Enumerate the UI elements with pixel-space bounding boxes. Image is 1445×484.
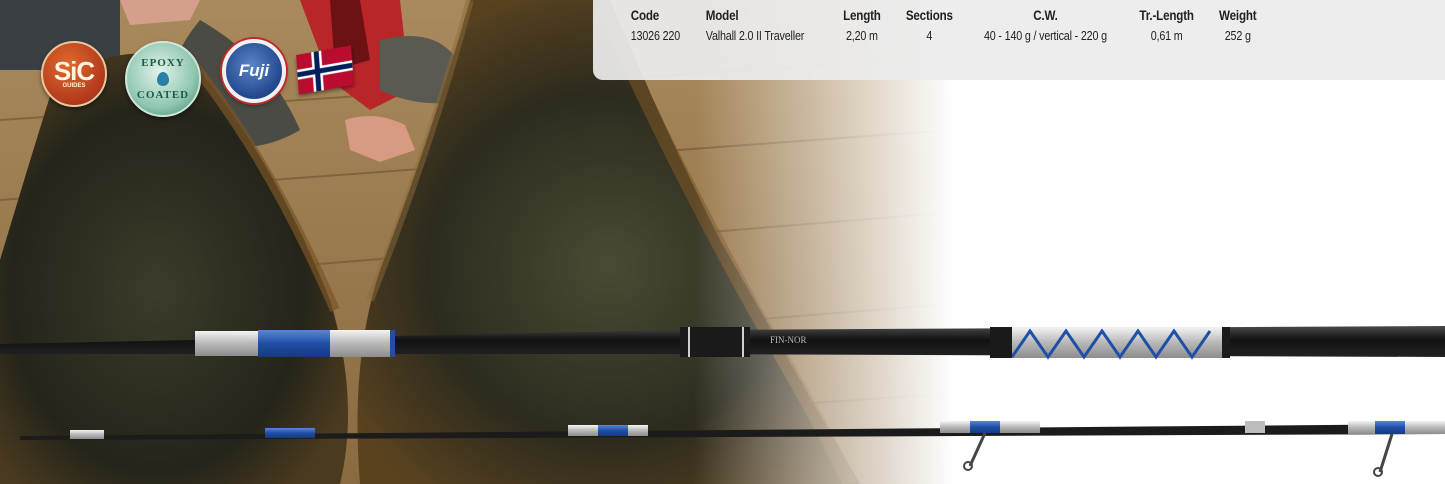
rod-brand-text: FIN-NOR xyxy=(770,335,807,345)
epoxy-badge-top-text: EPOXY xyxy=(141,57,185,69)
header-model: Model xyxy=(706,8,739,23)
sic-badge-text: SiC xyxy=(53,55,95,86)
header-tr-length: Tr.-Length xyxy=(1139,8,1195,23)
epoxy-badge-bottom-text: COATED xyxy=(136,89,190,101)
cell-weight: 252 g xyxy=(1225,29,1252,43)
sic-guides-badge-icon: SiC GUIDES xyxy=(41,41,107,107)
cell-tr-length: 0,61 m xyxy=(1150,29,1183,43)
header-cw: C.W. xyxy=(1033,8,1058,23)
cell-model: Valhall 2.0 II Traveller xyxy=(706,29,805,43)
cell-cw: 40 - 140 g / vertical - 220 g xyxy=(984,29,1108,43)
epoxy-coated-badge-icon: EPOXY COATED xyxy=(125,41,201,117)
table-row: 13026 220 Valhall 2.0 II Traveller 2,20 … xyxy=(623,27,1269,45)
header-weight: Weight xyxy=(1219,8,1257,23)
header-length: Length xyxy=(842,8,881,23)
cell-length: 2,20 m xyxy=(845,29,878,43)
header-code: Code xyxy=(630,8,660,23)
header-sections: Sections xyxy=(905,8,953,23)
spec-header-row: Code Model Length Sections C.W. Tr.-Leng… xyxy=(623,6,1269,27)
sic-badge-subtext: GUIDES xyxy=(62,82,86,89)
specs-panel: Code Model Length Sections C.W. Tr.-Leng… xyxy=(593,0,1445,80)
fuji-badge-icon: Fuji xyxy=(222,39,286,103)
spec-table: Code Model Length Sections C.W. Tr.-Leng… xyxy=(623,6,1269,45)
drop-icon xyxy=(157,72,169,86)
cell-sections: 4 xyxy=(926,29,932,43)
cell-code: 13026 220 xyxy=(630,29,681,43)
fuji-badge-text: Fuji xyxy=(238,61,270,80)
